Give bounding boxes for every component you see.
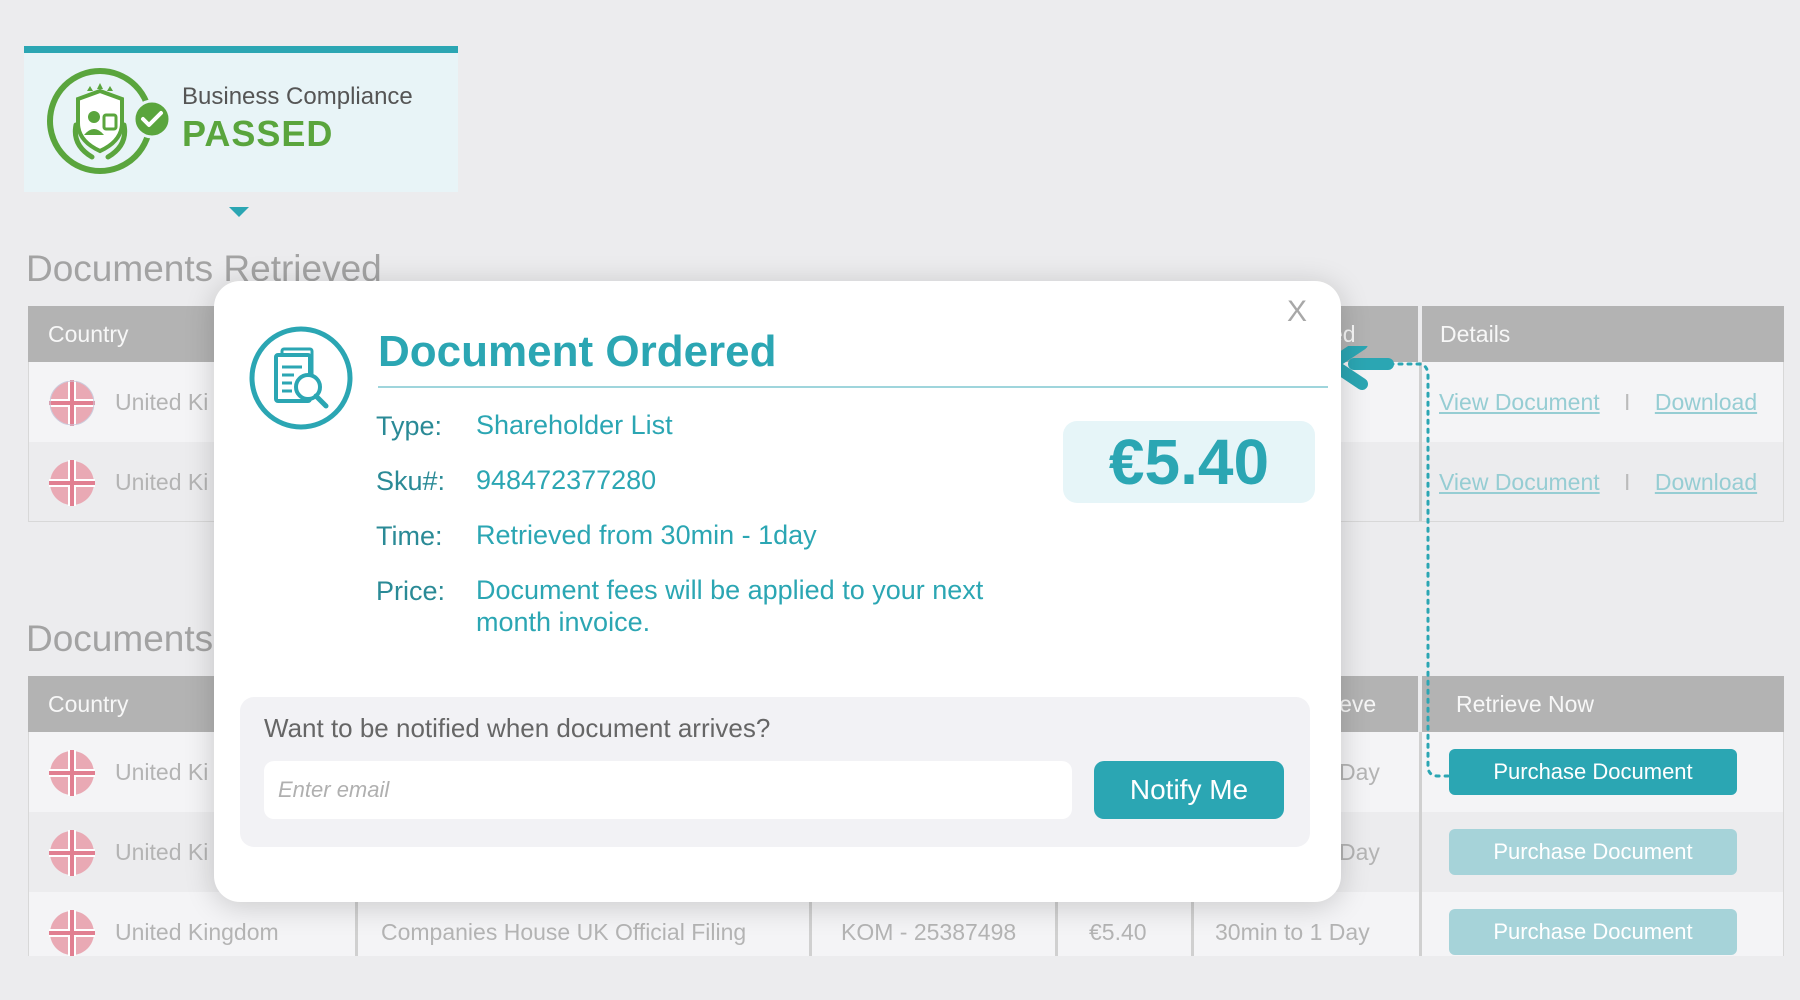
price-label: Price: (376, 576, 446, 606)
uk-flag-icon (49, 380, 95, 426)
download-link[interactable]: Download (1655, 389, 1757, 415)
uk-flag-icon (49, 750, 95, 796)
time-value: Retrieved from 30min - 1day (476, 520, 817, 550)
download-link[interactable]: Download (1655, 469, 1757, 495)
close-button[interactable]: X (1287, 295, 1307, 329)
sku-label: Sku#: (376, 466, 446, 496)
notify-prompt: Want to be notified when document arrive… (264, 713, 771, 743)
cell-details: View Document I Download (1439, 442, 1757, 522)
type-value: Shareholder List (476, 410, 673, 440)
badge-title: Business Compliance (182, 83, 413, 110)
cell-time: Day (1339, 839, 1380, 865)
link-separator: I (1624, 389, 1631, 415)
cell-country: United Ki (115, 839, 209, 865)
cell-details: View Document I Download (1439, 362, 1757, 442)
compliance-badge[interactable]: Business Compliance PASSED (24, 46, 458, 192)
cell-country: United Ki (115, 759, 209, 785)
type-label: Type: (376, 411, 443, 441)
title-divider (378, 386, 1328, 388)
link-separator: I (1624, 469, 1631, 495)
view-document-link[interactable]: View Document (1439, 469, 1600, 495)
caret-down-icon[interactable] (229, 207, 249, 217)
price-badge: €5.40 (1063, 421, 1315, 503)
notify-me-button[interactable]: Notify Me (1094, 761, 1284, 819)
uk-flag-icon (49, 460, 95, 506)
column-divider (1419, 812, 1422, 892)
document-ordered-modal: X Document Ordered Type: Shareholder Lis… (214, 281, 1341, 902)
modal-title: Document Ordered (378, 327, 777, 376)
purchase-document-button[interactable]: Purchase Document (1449, 749, 1737, 795)
document-search-icon (249, 326, 353, 430)
check-circle-icon (132, 99, 172, 139)
email-input[interactable] (264, 761, 1072, 819)
section-title-documents: Documents (26, 618, 214, 659)
sku-value: 948472377280 (476, 465, 657, 495)
purchase-document-button[interactable]: Purchase Document (1449, 829, 1737, 875)
column-divider (1419, 892, 1422, 956)
uk-flag-icon (49, 910, 95, 956)
time-label: Time: (376, 521, 443, 551)
header-retrieve-now: Retrieve Now (1456, 691, 1595, 717)
uk-flag-icon (49, 830, 95, 876)
view-document-link[interactable]: View Document (1439, 389, 1600, 415)
cell-country: United Ki (115, 469, 209, 495)
badge-status: PASSED (182, 113, 334, 154)
header-country: Country (48, 321, 129, 347)
cell-country: United Ki (115, 389, 209, 415)
purchase-document-button[interactable]: Purchase Document (1449, 909, 1737, 955)
header-country: Country (48, 691, 129, 717)
price-value: Document fees will be applied to your ne… (476, 575, 984, 637)
notify-panel: Want to be notified when document arrive… (240, 697, 1310, 847)
